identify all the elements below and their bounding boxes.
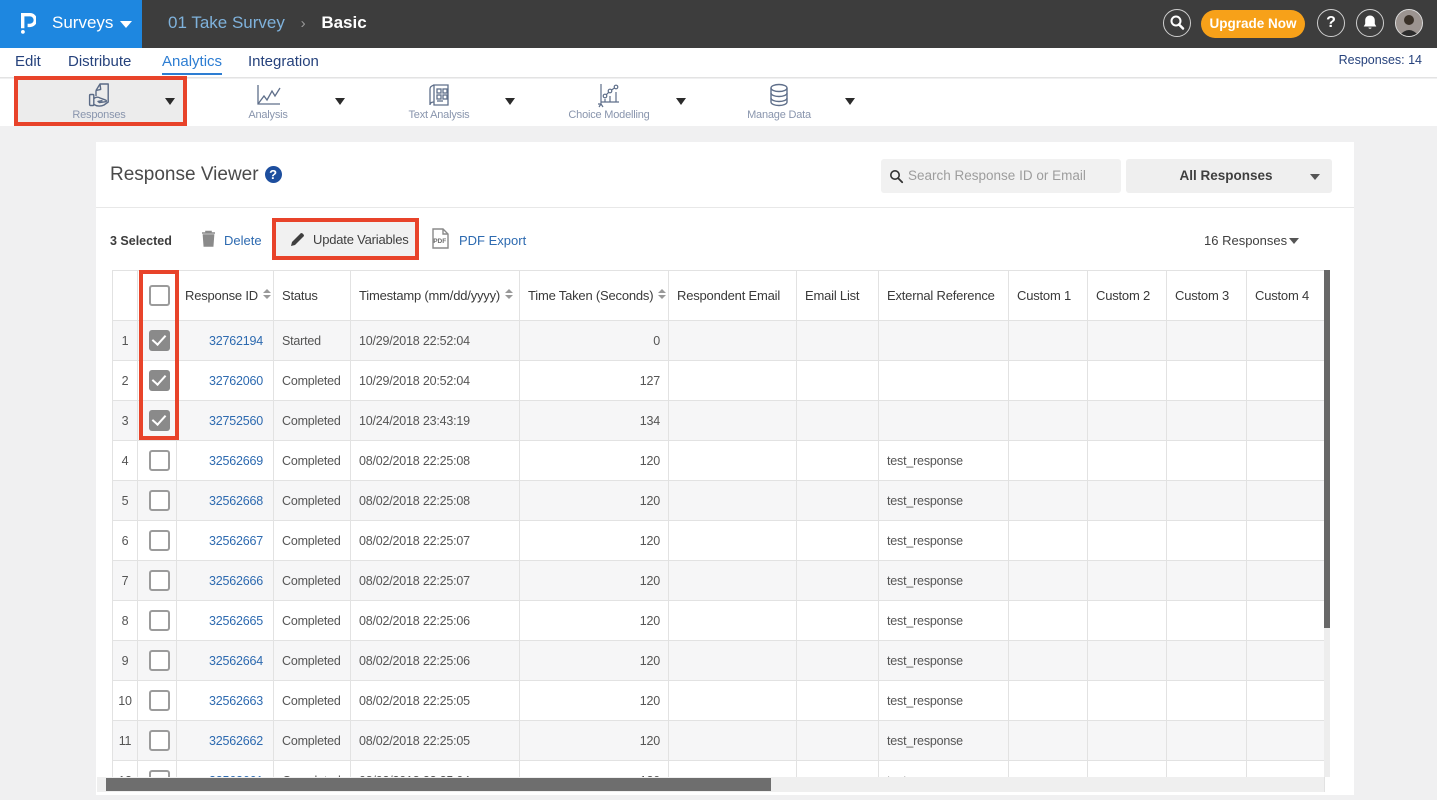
svg-text:PDF: PDF — [433, 238, 446, 245]
